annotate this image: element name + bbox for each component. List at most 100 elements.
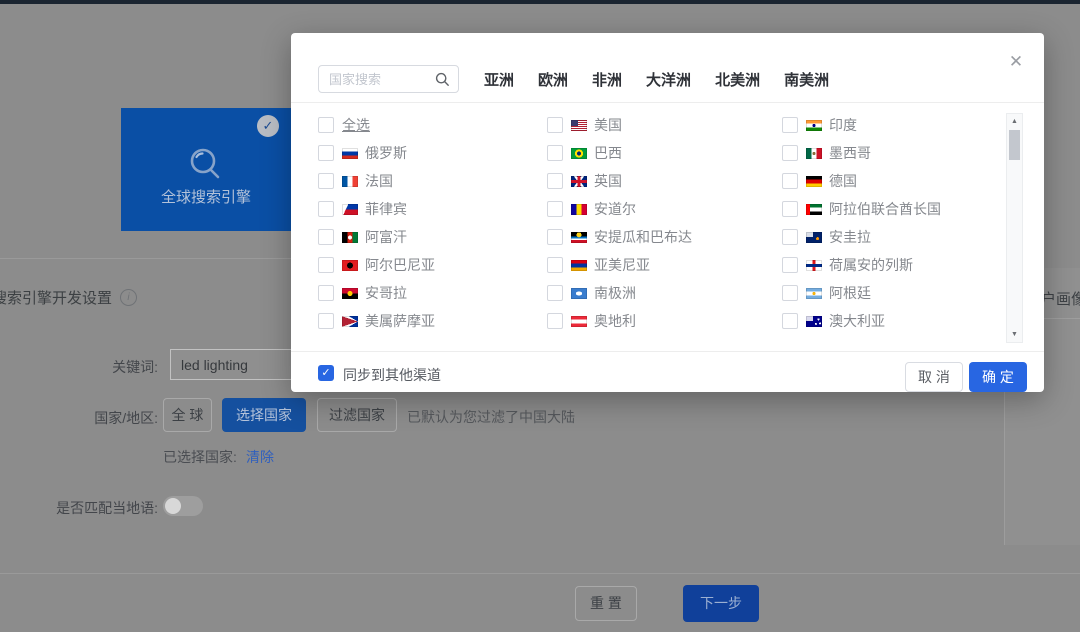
match-language-toggle[interactable]	[163, 496, 203, 516]
country-item[interactable]: 德国	[782, 167, 1002, 195]
country-item[interactable]: 俄罗斯	[318, 139, 538, 167]
country-item[interactable]: 阿尔巴尼亚	[318, 251, 538, 279]
checkbox[interactable]	[547, 257, 563, 273]
country-item[interactable]: 安哥拉	[318, 279, 538, 307]
checkbox[interactable]	[547, 117, 563, 133]
country-label: 奥地利	[594, 311, 636, 331]
country-item[interactable]: 印度	[782, 111, 1002, 139]
search-icon[interactable]	[435, 72, 450, 92]
filter-note: 已默认为您过滤了中国大陆	[407, 407, 575, 427]
checkbox[interactable]	[782, 145, 798, 161]
keyword-input[interactable]: led lighting	[170, 349, 292, 380]
selected-check-badge: ✓	[257, 115, 279, 137]
country-item[interactable]: 菲律宾	[318, 195, 538, 223]
country-label: 美属萨摩亚	[365, 311, 435, 331]
checkbox[interactable]	[782, 313, 798, 329]
modal-header-divider	[291, 102, 1044, 103]
section-title: 搜索引擎开发设置 i	[0, 287, 137, 308]
confirm-button[interactable]: 确 定	[969, 362, 1027, 392]
checkbox[interactable]	[318, 285, 334, 301]
sync-checkbox[interactable]: ✓	[318, 365, 334, 381]
country-item[interactable]: 美国	[547, 111, 767, 139]
country-item[interactable]: 荷属安的列斯	[782, 251, 1002, 279]
country-label: 阿拉伯联合酋长国	[829, 199, 941, 219]
scrollbar-up-arrow-icon[interactable]: ▲	[1007, 118, 1022, 125]
flag-icon-de	[806, 176, 822, 187]
select-all-item[interactable]: 全选	[318, 111, 538, 139]
country-item[interactable]: 阿根廷	[782, 279, 1002, 307]
country-item[interactable]: 澳大利亚	[782, 307, 1002, 335]
flag-icon-fr	[342, 176, 358, 187]
checkbox[interactable]	[547, 201, 563, 217]
country-search-box	[318, 65, 459, 93]
checkbox[interactable]	[318, 201, 334, 217]
checkbox[interactable]	[782, 173, 798, 189]
modal-footer-divider	[291, 351, 1044, 352]
tab-大洋洲[interactable]: 大洋洲	[646, 69, 691, 90]
country-item[interactable]: 南极洲	[547, 279, 767, 307]
section-divider	[0, 258, 291, 259]
channel-tile-global-search-engine[interactable]: ✓ 全球搜索引擎	[121, 108, 291, 231]
flag-icon-ph	[342, 204, 358, 215]
country-label: 菲律宾	[365, 199, 407, 219]
tab-非洲[interactable]: 非洲	[592, 69, 622, 90]
country-item[interactable]: 安道尔	[547, 195, 767, 223]
reset-button[interactable]: 重 置	[575, 586, 637, 621]
tab-北美洲[interactable]: 北美洲	[715, 69, 760, 90]
info-icon[interactable]: i	[120, 289, 137, 306]
checkbox[interactable]	[547, 145, 563, 161]
region-filter-country-button[interactable]: 过滤国家	[317, 398, 397, 432]
region-select-country-button[interactable]: 选择国家	[222, 398, 306, 432]
match-language-label: 是否匹配当地语:	[0, 498, 158, 518]
country-item[interactable]: 安圭拉	[782, 223, 1002, 251]
checkbox[interactable]	[782, 229, 798, 245]
country-item[interactable]: 巴西	[547, 139, 767, 167]
region-global-button[interactable]: 全 球	[163, 398, 212, 432]
flag-icon-br	[571, 148, 587, 159]
country-label: 安圭拉	[829, 227, 871, 247]
checkbox[interactable]	[782, 285, 798, 301]
country-item[interactable]: 法国	[318, 167, 538, 195]
cancel-button[interactable]: 取 消	[905, 362, 963, 392]
checkbox[interactable]	[318, 257, 334, 273]
checkbox[interactable]	[318, 313, 334, 329]
checkbox[interactable]	[318, 173, 334, 189]
country-item[interactable]: 奥地利	[547, 307, 767, 335]
country-item[interactable]: 阿拉伯联合酋长国	[782, 195, 1002, 223]
footer-divider	[0, 573, 1080, 574]
checkbox[interactable]	[547, 313, 563, 329]
keyword-label: 关键词:	[0, 357, 158, 377]
clear-link[interactable]: 清除	[246, 447, 274, 467]
tab-亚洲[interactable]: 亚洲	[484, 69, 514, 90]
tab-南美洲[interactable]: 南美洲	[784, 69, 829, 90]
scrollbar-thumb[interactable]	[1009, 130, 1020, 160]
flag-icon-us	[571, 120, 587, 131]
tab-欧洲[interactable]: 欧洲	[538, 69, 568, 90]
country-item[interactable]: 美属萨摩亚	[318, 307, 538, 335]
checkbox[interactable]	[318, 145, 334, 161]
country-label: 墨西哥	[829, 143, 871, 163]
checkbox[interactable]	[547, 173, 563, 189]
scrollbar-down-arrow-icon[interactable]: ▼	[1007, 331, 1022, 338]
scrollbar[interactable]: ▲ ▼	[1006, 113, 1023, 343]
checkbox[interactable]	[547, 229, 563, 245]
checkbox[interactable]	[782, 117, 798, 133]
country-item[interactable]: 阿富汗	[318, 223, 538, 251]
checkbox[interactable]	[782, 257, 798, 273]
checkbox[interactable]	[782, 201, 798, 217]
checkbox[interactable]	[318, 229, 334, 245]
checkbox[interactable]	[318, 117, 334, 133]
selected-countries-label: 已选择国家:	[163, 447, 237, 467]
checkbox[interactable]	[547, 285, 563, 301]
top-navigation-bar	[0, 0, 1080, 4]
flag-icon-au	[806, 316, 822, 327]
close-icon[interactable]: ✕	[1005, 51, 1027, 73]
country-label: 阿尔巴尼亚	[365, 255, 435, 275]
country-item[interactable]: 英国	[547, 167, 767, 195]
tile-label: 全球搜索引擎	[121, 186, 291, 207]
next-step-button[interactable]: 下一步	[683, 585, 759, 622]
country-item[interactable]: 安提瓜和巴布达	[547, 223, 767, 251]
flag-icon-ai	[806, 232, 822, 243]
country-item[interactable]: 亚美尼亚	[547, 251, 767, 279]
country-item[interactable]: 墨西哥	[782, 139, 1002, 167]
